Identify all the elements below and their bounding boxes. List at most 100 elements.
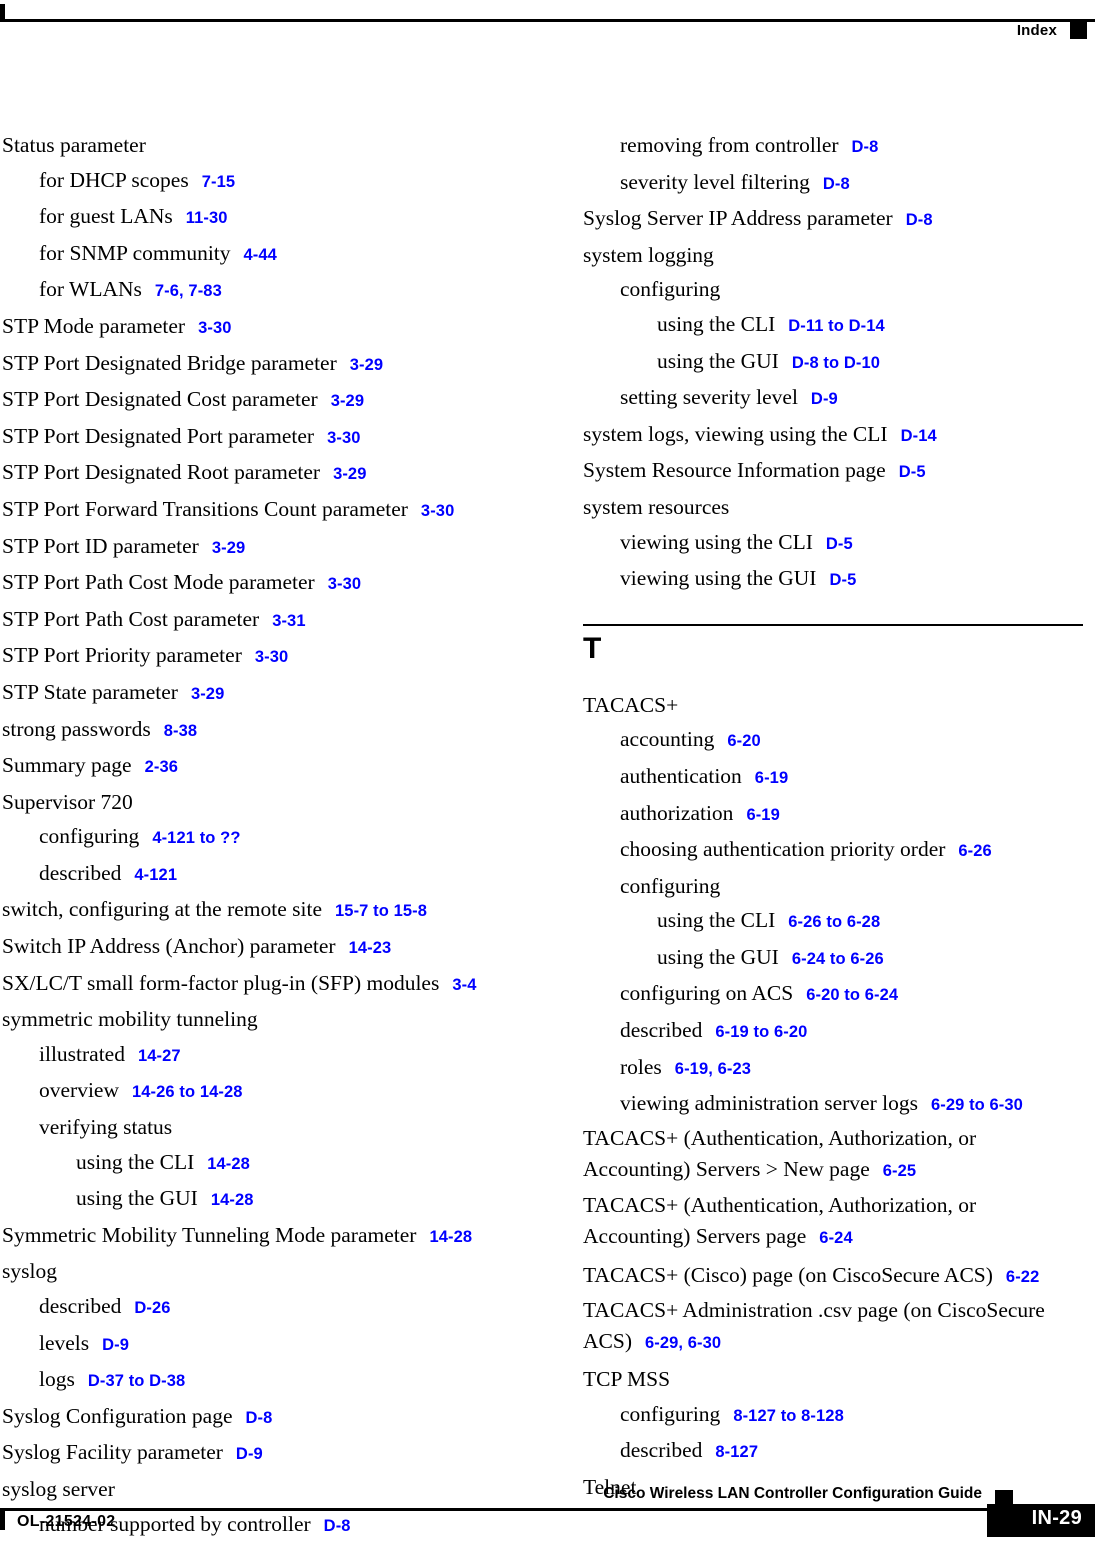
- index-entry-label: STP Port Designated Root parameter: [2, 460, 321, 485]
- index-entry-page-reference[interactable]: 6-26: [958, 842, 991, 860]
- footer-guide-title: Cisco Wireless LAN Controller Configurat…: [603, 1485, 982, 1502]
- index-entry: described D-26: [2, 1289, 502, 1326]
- index-entry-label: using the GUI: [657, 348, 779, 373]
- index-entry-page-reference[interactable]: D-5: [829, 571, 856, 589]
- index-entry-page-reference[interactable]: 14-27: [138, 1047, 181, 1065]
- index-entry-label: Summary page: [2, 753, 132, 778]
- index-entry-page-reference[interactable]: D-14: [901, 427, 937, 445]
- index-entry-label: for WLANs: [39, 277, 142, 302]
- index-entry-page-reference[interactable]: 14-26 to 14-28: [132, 1083, 243, 1101]
- index-entry-label: described: [39, 860, 122, 885]
- index-entry-label: STP Port Priority parameter: [2, 643, 242, 668]
- index-entry: Syslog Configuration page D-8: [2, 1399, 502, 1436]
- index-entry-page-reference[interactable]: D-11 to D-14: [788, 317, 885, 335]
- index-entry-page-reference[interactable]: 3-30: [327, 429, 360, 447]
- index-entry-page-reference[interactable]: 6-26 to 6-28: [788, 913, 880, 931]
- header-marker-square-icon: [1070, 22, 1087, 39]
- index-entry-page-reference[interactable]: 6-22: [1006, 1268, 1039, 1286]
- index-entry: illustrated 14-27: [2, 1037, 502, 1074]
- index-entry-page-reference[interactable]: 3-30: [328, 575, 361, 593]
- index-entry-page-reference[interactable]: 6-19 to 6-20: [715, 1023, 807, 1041]
- index-entry-page-reference[interactable]: 3-29: [212, 539, 245, 557]
- index-entry-page-reference[interactable]: D-8: [906, 211, 933, 229]
- index-entry-label: logs: [39, 1367, 75, 1392]
- index-entry-page-reference[interactable]: 11-30: [186, 209, 228, 227]
- index-entry-page-reference[interactable]: 3-29: [350, 356, 383, 374]
- index-entry-page-reference[interactable]: 6-24: [819, 1229, 852, 1247]
- index-entry-page-reference[interactable]: 6-20: [727, 732, 760, 750]
- index-entry-page-reference[interactable]: 7-6, 7-83: [155, 282, 222, 300]
- index-entry-page-reference[interactable]: 6-19: [755, 769, 788, 787]
- index-entry-label: STP Port Designated Bridge parameter: [2, 350, 337, 375]
- index-entry-page-reference[interactable]: 15-7 to 15-8: [335, 902, 427, 920]
- index-entry-page-reference[interactable]: 8-38: [164, 722, 197, 740]
- index-entry: authorization 6-19: [583, 796, 1083, 833]
- index-entry: logs D-37 to D-38: [2, 1362, 502, 1399]
- index-entry-page-reference[interactable]: 3-29: [331, 392, 364, 410]
- index-entry-label: authorization: [620, 800, 734, 825]
- index-entry: accounting 6-20: [583, 722, 1083, 759]
- index-entry-label: severity level filtering: [620, 169, 810, 194]
- index-entry-page-reference[interactable]: D-5: [826, 535, 853, 553]
- index-entry-page-reference[interactable]: 3-30: [421, 502, 454, 520]
- index-entry-label: Syslog Configuration page: [2, 1403, 233, 1428]
- index-entry-label: using the GUI: [657, 944, 779, 969]
- index-entry: Syslog Facility parameter D-9: [2, 1435, 502, 1472]
- footer-rule: [0, 1508, 1013, 1511]
- index-entry-label: TACACS+: [583, 692, 679, 717]
- index-entry: TACACS+ (Cisco) page (on CiscoSecure ACS…: [583, 1258, 1083, 1295]
- index-entry-page-reference[interactable]: D-8: [852, 138, 879, 156]
- index-entry: viewing using the CLI D-5: [583, 525, 1083, 562]
- index-entry-page-reference[interactable]: 14-28: [429, 1228, 472, 1246]
- index-entry-page-reference[interactable]: 4-121: [134, 866, 177, 884]
- index-entry: STP Port Forward Transitions Count param…: [2, 492, 502, 529]
- index-entry-page-reference[interactable]: D-9: [811, 390, 838, 408]
- index-entry: authentication 6-19: [583, 759, 1083, 796]
- index-entry-page-reference[interactable]: D-5: [899, 463, 926, 481]
- index-entry-page-reference[interactable]: 3-31: [272, 612, 305, 630]
- index-entry: configuring 8-127 to 8-128: [583, 1397, 1083, 1434]
- index-entry-page-reference[interactable]: 3-4: [452, 976, 476, 994]
- index-entry: described 4-121: [2, 856, 502, 893]
- index-entry-label: accounting: [620, 727, 715, 752]
- index-entry-label: STP Port Designated Cost parameter: [2, 387, 318, 412]
- index-entry-page-reference[interactable]: 6-20 to 6-24: [806, 986, 898, 1004]
- index-entry-page-reference[interactable]: 4-121 to ??: [152, 829, 240, 847]
- index-entry-page-reference[interactable]: 3-29: [333, 465, 366, 483]
- index-entry-page-reference[interactable]: 3-30: [198, 319, 231, 337]
- index-entry-page-reference[interactable]: D-8: [823, 175, 850, 193]
- index-entry: SX/LC/T small form-factor plug-in (SFP) …: [2, 966, 502, 1003]
- index-entry: Supervisor 720: [2, 785, 502, 820]
- index-entry-page-reference[interactable]: 6-25: [883, 1162, 916, 1180]
- section-divider-rule: [583, 623, 1083, 626]
- index-entry-page-reference[interactable]: 3-30: [255, 648, 288, 666]
- index-entry-label: described: [620, 1018, 703, 1043]
- index-entry-page-reference[interactable]: 14-28: [211, 1191, 254, 1209]
- index-entry: TACACS+: [583, 688, 1083, 723]
- index-entry-page-reference[interactable]: 8-127 to 8-128: [733, 1407, 844, 1425]
- index-entry-page-reference[interactable]: 4-44: [244, 246, 277, 264]
- index-entry-page-reference[interactable]: 6-29, 6-30: [645, 1334, 721, 1352]
- index-entry-label: Switch IP Address (Anchor) parameter: [2, 934, 336, 959]
- index-entry: configuring on ACS 6-20 to 6-24: [583, 976, 1083, 1013]
- index-entry-page-reference[interactable]: 14-23: [349, 939, 392, 957]
- index-entry-page-reference[interactable]: 14-28: [207, 1155, 250, 1173]
- index-entry-page-reference[interactable]: D-8: [246, 1409, 273, 1427]
- index-entry-page-reference[interactable]: 8-127: [715, 1443, 758, 1461]
- index-entry-page-reference[interactable]: D-8 to D-10: [792, 354, 880, 372]
- index-entry-page-reference[interactable]: D-37 to D-38: [88, 1372, 185, 1390]
- index-entry-page-reference[interactable]: 6-19, 6-23: [675, 1060, 751, 1078]
- index-entry-page-reference[interactable]: D-9: [102, 1336, 129, 1354]
- index-entry-label: Syslog Server IP Address parameter: [583, 206, 893, 231]
- index-entry-page-reference[interactable]: 6-24 to 6-26: [792, 950, 884, 968]
- index-entry-page-reference[interactable]: 2-36: [145, 758, 178, 776]
- index-entry-page-reference[interactable]: 7-15: [202, 173, 235, 191]
- index-entry-page-reference[interactable]: 3-29: [191, 685, 224, 703]
- index-entry-label: strong passwords: [2, 716, 151, 741]
- index-entry-page-reference[interactable]: 6-29 to 6-30: [931, 1096, 1023, 1114]
- index-entry-page-reference[interactable]: D-9: [236, 1445, 263, 1463]
- index-entry-label: illustrated: [39, 1041, 125, 1066]
- index-entry-page-reference[interactable]: 6-19: [746, 806, 779, 824]
- index-entry: system logging: [583, 238, 1083, 273]
- index-entry-page-reference[interactable]: D-26: [134, 1299, 170, 1317]
